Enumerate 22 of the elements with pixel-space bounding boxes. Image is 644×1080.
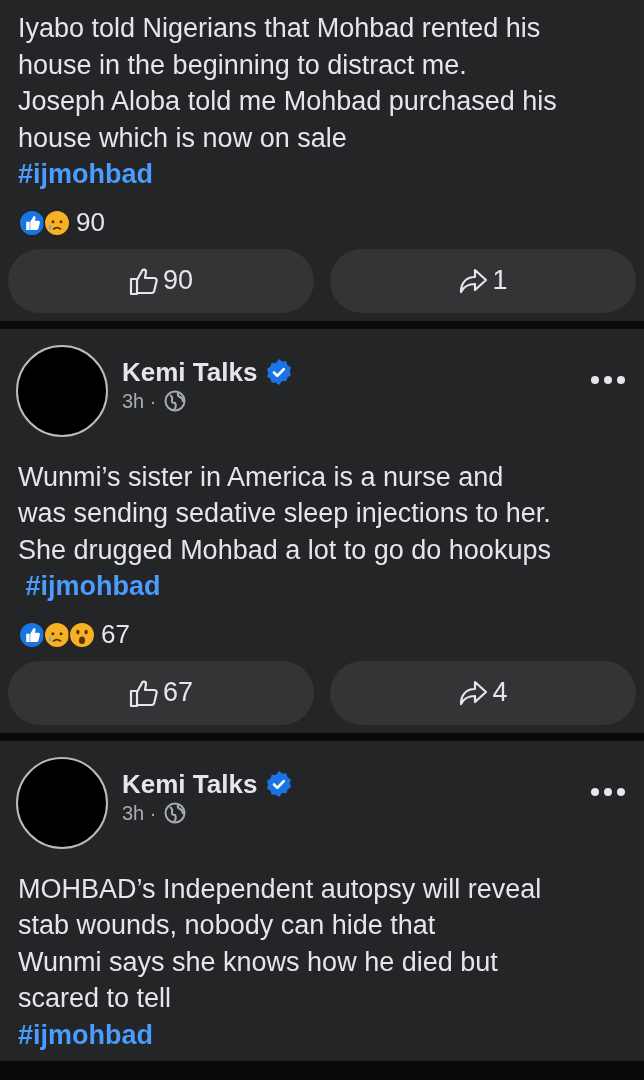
reaction-count: 90 bbox=[76, 207, 105, 238]
post-text: Iyabo told Nigerians that Mohbad rented his house in the beginning to distract me. Joseph Aloba told me Mohbad purchased his house which is now on sale bbox=[18, 12, 558, 155]
share-arrow-icon bbox=[458, 266, 489, 295]
hashtag-link[interactable]: #ijmohbad bbox=[18, 568, 161, 605]
like-button[interactable]: 90 bbox=[8, 248, 314, 313]
share-arrow-icon bbox=[458, 678, 489, 707]
share-button[interactable]: 1 bbox=[330, 248, 636, 313]
more-options-icon[interactable] bbox=[590, 786, 626, 797]
post-text: Wunmi’s sister in America is a nurse and was sending sedative sleep injections to her. She drugged Mohbad a lot to go do hookups bbox=[18, 460, 552, 567]
author-name[interactable]: Kemi Talks bbox=[122, 768, 258, 800]
globe-icon bbox=[164, 390, 187, 412]
post-text: MOHBAD’s Independent autopsy will reveal stab wounds, nobody can hide that Wunmi says she knows how he died but scared to tell bbox=[18, 872, 543, 1015]
reaction-count: 67 bbox=[101, 619, 130, 650]
author-name[interactable]: Kemi Talks bbox=[122, 356, 258, 388]
hashtag-link[interactable]: #ijmohbad bbox=[18, 1016, 153, 1053]
post-time: 3h · bbox=[122, 389, 157, 413]
more-options-icon[interactable] bbox=[590, 374, 626, 385]
globe-icon bbox=[164, 802, 187, 824]
post-time: 3h · bbox=[122, 801, 157, 825]
share-button[interactable]: 4 bbox=[330, 660, 636, 725]
like-button[interactable]: 67 bbox=[8, 660, 314, 725]
hashtag-link[interactable]: #ijmohbad bbox=[18, 156, 153, 193]
